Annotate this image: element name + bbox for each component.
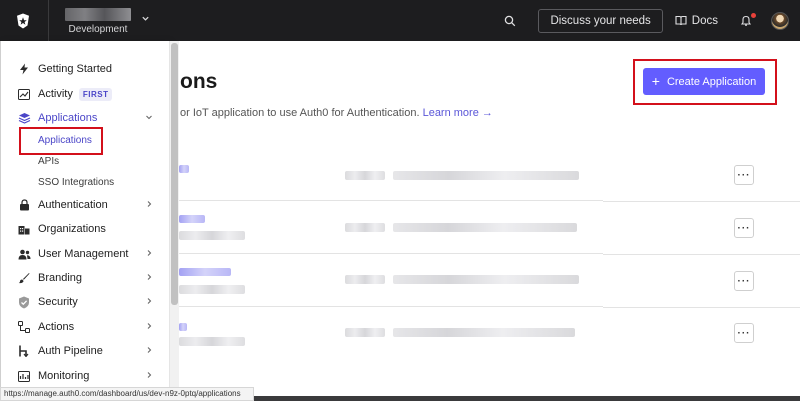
sidebar-item-label: Auth Pipeline: [38, 345, 103, 357]
notification-dot: [751, 12, 756, 18]
app-meta-redacted: [345, 328, 385, 337]
row-more-options-button[interactable]: ···: [734, 218, 754, 238]
building-icon: [17, 222, 31, 236]
chevron-right-icon: [147, 372, 152, 378]
layers-icon: [17, 111, 31, 125]
app-name-redacted: [179, 323, 187, 331]
sidebar-item-organizations[interactable]: Organizations: [1, 218, 171, 240]
app-type-redacted: [179, 337, 245, 346]
row-divider: [603, 254, 800, 255]
app-meta-redacted: [345, 171, 385, 180]
sidebar-item-label: Organizations: [38, 223, 106, 235]
tenant-environment: Development: [68, 24, 128, 35]
sidebar-item-security[interactable]: Security: [1, 291, 171, 313]
sidebar-item-monitoring[interactable]: Monitoring: [1, 365, 171, 387]
brush-icon: [17, 271, 31, 285]
sidebar-scrollbar[interactable]: [170, 41, 179, 401]
app-name-redacted: [179, 165, 189, 173]
app-name-redacted: [179, 215, 205, 223]
sidebar-item-applications[interactable]: Applications: [1, 107, 171, 129]
discuss-your-needs-button[interactable]: Discuss your needs: [538, 8, 663, 33]
row-more-options-button[interactable]: ···: [734, 271, 754, 291]
status-bar-url: https://manage.auth0.com/dashboard/us/de…: [0, 387, 254, 401]
app-type-redacted: [179, 285, 245, 294]
sidebar-item-actions[interactable]: Actions: [1, 316, 171, 338]
sidebar-item-label: Authentication: [38, 199, 108, 211]
row-more-options-button[interactable]: ···: [734, 323, 754, 343]
description-text: or IoT application to use Auth0 for Auth…: [180, 107, 420, 119]
sidebar-item-label: Branding: [38, 272, 83, 284]
sidebar-item-user-management[interactable]: User Management: [1, 243, 171, 265]
search-icon[interactable]: [500, 11, 520, 31]
page-title: ons: [180, 70, 218, 93]
row-more-options-button[interactable]: ···: [734, 165, 754, 185]
app-id-redacted: [393, 275, 579, 284]
docs-label: Docs: [691, 14, 718, 27]
chevron-right-icon: [147, 323, 152, 329]
sidebar-item-label: User Management: [38, 248, 129, 260]
app-id-redacted: [393, 223, 577, 232]
sidebar-subitem-apis[interactable]: APIs: [38, 156, 59, 167]
sidebar-item-label: Security: [38, 296, 78, 308]
app-meta-redacted: [345, 275, 385, 284]
first-badge: FIRST: [78, 87, 113, 101]
app-id-redacted: [393, 328, 575, 337]
create-application-label: Create Application: [666, 75, 757, 88]
activity-chart-icon: [17, 87, 31, 101]
sidebar: Getting Started Activity FIRST Applicati…: [0, 41, 170, 401]
book-icon: [675, 15, 687, 26]
sidebar-item-branding[interactable]: Branding: [1, 267, 171, 289]
plus-icon: +: [651, 73, 660, 89]
lightning-icon: [17, 62, 31, 76]
chevron-right-icon: [147, 201, 152, 207]
notifications-bell-icon[interactable]: [740, 12, 756, 29]
applications-subitem-highlight: [19, 127, 103, 155]
shield-check-icon: [17, 295, 31, 309]
table-row[interactable]: [179, 149, 603, 201]
app-meta-redacted: [345, 223, 385, 232]
docs-link[interactable]: Docs: [675, 15, 718, 27]
table-row[interactable]: [179, 308, 603, 360]
table-row[interactable]: [179, 202, 603, 254]
pipeline-icon: [17, 344, 31, 358]
chevron-right-icon: [147, 274, 152, 280]
sidebar-item-authentication[interactable]: Authentication: [1, 194, 171, 216]
sidebar-item-label: Actions: [38, 321, 75, 333]
chevron-right-icon: [147, 250, 152, 256]
table-row[interactable]: [179, 255, 603, 307]
create-application-button[interactable]: + Create Application: [643, 68, 765, 95]
chevron-right-icon: [147, 298, 152, 304]
auth0-logo[interactable]: [0, 0, 46, 41]
page-description: or IoT application to use Auth0 for Auth…: [180, 107, 493, 119]
sidebar-item-auth-pipeline[interactable]: Auth Pipeline: [1, 340, 171, 362]
chevron-down-icon: [146, 115, 152, 120]
row-divider: [603, 201, 800, 202]
sidebar-subitem-sso-integrations[interactable]: SSO Integrations: [38, 177, 114, 188]
learn-more-link[interactable]: Learn more →: [423, 107, 493, 119]
sidebar-item-label: Applications: [38, 112, 98, 124]
sidebar-item-activity[interactable]: Activity FIRST: [1, 83, 171, 105]
lock-icon: [17, 198, 31, 212]
sidebar-item-label: Monitoring: [38, 370, 90, 382]
sidebar-item-label: Getting Started: [38, 63, 112, 75]
tenant-name-redacted: [65, 8, 131, 21]
scrollbar-thumb[interactable]: [171, 43, 178, 305]
bottom-edge: [254, 396, 800, 401]
chevron-right-icon: [147, 347, 152, 353]
user-avatar[interactable]: [771, 11, 789, 30]
sidebar-item-label: Activity: [38, 88, 73, 100]
page: Development Discuss your needs Docs ons …: [0, 0, 800, 401]
actions-flow-icon: [17, 320, 31, 334]
sidebar-item-getting-started[interactable]: Getting Started: [1, 58, 171, 80]
users-icon: [17, 247, 31, 261]
monitor-icon: [17, 369, 31, 383]
app-name-redacted: [179, 268, 231, 276]
app-type-redacted: [179, 231, 245, 240]
app-id-redacted: [393, 171, 579, 180]
row-divider: [603, 307, 800, 308]
top-navbar: Development Discuss your needs Docs: [0, 0, 800, 41]
chevron-down-icon: [142, 16, 149, 21]
tenant-selector[interactable]: Development: [48, 0, 150, 41]
